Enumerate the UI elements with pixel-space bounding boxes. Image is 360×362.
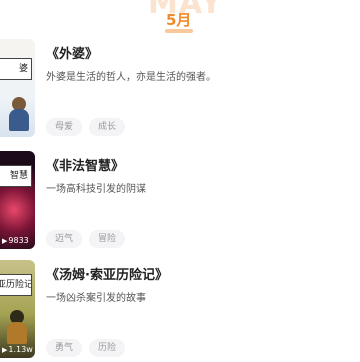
- story-cover[interactable]: 婆: [0, 39, 35, 137]
- play-icon: ▶: [2, 236, 8, 245]
- story-title[interactable]: 《外婆》: [46, 43, 98, 62]
- story-description: 一场凶杀案引发的故事: [46, 293, 146, 304]
- cover-title: 婆: [0, 58, 32, 80]
- play-count-value: 9833: [8, 236, 29, 245]
- play-count: ▶ 9833: [2, 236, 29, 245]
- month-underline: [165, 29, 193, 33]
- story-cover[interactable]: 亚历险记 ▶ 1.13w: [0, 260, 35, 358]
- story-cover[interactable]: 智慧 ▶ 9833: [0, 151, 35, 249]
- cover-title: 亚历险记: [0, 274, 32, 296]
- story-title[interactable]: 《非法智慧》: [46, 155, 124, 174]
- month-label: 5月: [166, 11, 192, 29]
- story-title[interactable]: 《汤姆·索亚历险记》: [46, 264, 168, 283]
- character-body: [9, 109, 29, 131]
- tag[interactable]: 勇气: [46, 339, 83, 357]
- play-count: ▶ 1.13w: [2, 345, 33, 354]
- tag[interactable]: 历险: [89, 339, 126, 357]
- tag[interactable]: 成长: [89, 118, 126, 136]
- story-card[interactable]: 婆 《外婆》 外婆是生活的哲人，亦是生活的强者。 母爱 成长: [0, 39, 360, 141]
- play-icon: ▶: [2, 345, 8, 354]
- story-card[interactable]: 智慧 ▶ 9833 《非法智慧》 一场高科技引发的阴谋 迈气 冒险: [0, 151, 360, 253]
- tag[interactable]: 迈气: [46, 230, 83, 248]
- character-body: [7, 322, 27, 344]
- month-header: MAY 5月: [0, 0, 360, 38]
- story-description: 外婆是生活的哲人，亦是生活的强者。: [46, 72, 216, 83]
- tag[interactable]: 冒险: [89, 230, 126, 248]
- cover-title: 智慧: [0, 165, 32, 187]
- story-description: 一场高科技引发的阴谋: [46, 184, 146, 195]
- tag[interactable]: 母爱: [46, 118, 83, 136]
- story-card[interactable]: 亚历险记 ▶ 1.13w 《汤姆·索亚历险记》 一场凶杀案引发的故事 勇气 历险: [0, 260, 360, 362]
- play-count-value: 1.13w: [8, 345, 33, 354]
